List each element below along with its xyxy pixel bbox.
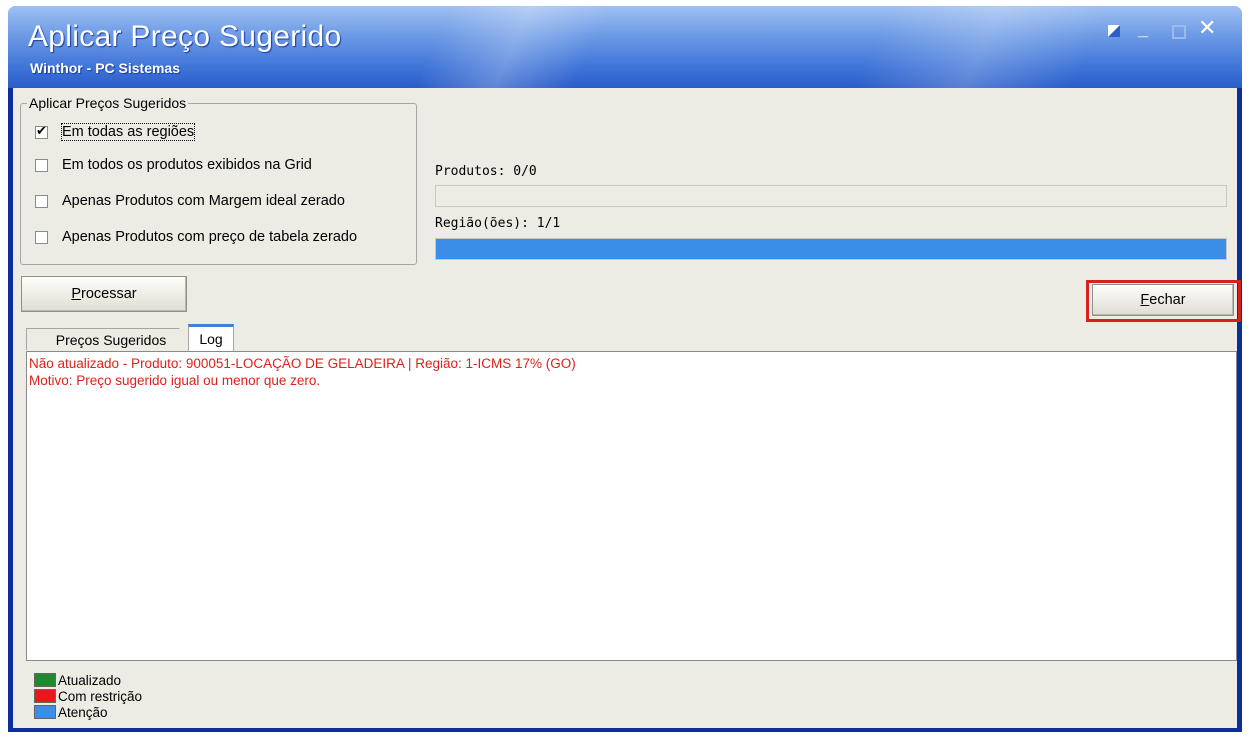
- title-bar-gloss: [395, 6, 621, 88]
- checkbox-preco-tabela-zerado[interactable]: Apenas Produtos com preço de tabela zera…: [35, 226, 357, 248]
- minimize-button[interactable]: _: [1134, 20, 1152, 38]
- legend-swatch: [34, 689, 56, 703]
- legend-swatch: [34, 705, 56, 719]
- maximize-icon[interactable]: [1170, 22, 1188, 40]
- options-groupbox: Aplicar Preços Sugeridos Em todas as reg…: [20, 95, 417, 265]
- checkbox-em-todas-regioes[interactable]: Em todas as regiões: [35, 121, 196, 143]
- processar-mnemonic: P: [71, 286, 82, 302]
- log-line: Não atualizado - Produto: 900051-LOCAÇÃO…: [29, 356, 576, 371]
- tab-log[interactable]: Log: [188, 324, 234, 351]
- legend-label: Atualizado: [58, 672, 122, 688]
- processar-label: rocessar: [81, 286, 137, 302]
- regioes-progress-fill: [436, 239, 1226, 259]
- window-client-area: Aplicar Preços Sugeridos Em todas as reg…: [13, 88, 1241, 728]
- status-legend: Atualizado Com restrição Atenção: [34, 672, 142, 720]
- log-panel[interactable]: Não atualizado - Produto: 900051-LOCAÇÃO…: [26, 351, 1237, 661]
- legend-label: Atenção: [58, 704, 108, 720]
- groupbox-title: Aplicar Preços Sugeridos: [27, 95, 189, 111]
- checkbox-label[interactable]: Apenas Produtos com Margem ideal zerado: [62, 193, 345, 209]
- checkbox-box[interactable]: [35, 158, 48, 172]
- checkbox-todos-produtos-grid[interactable]: Em todos os produtos exibidos na Grid: [35, 154, 312, 176]
- processar-button[interactable]: Processar: [21, 276, 187, 312]
- app-window: Aplicar Preço Sugerido Winthor - PC Sist…: [8, 6, 1242, 732]
- window-title: Aplicar Preço Sugerido: [28, 20, 342, 53]
- tab-precos-sugeridos[interactable]: Preços Sugeridos: [26, 328, 196, 350]
- produtos-progress-label: Produtos: 0/0: [435, 164, 537, 179]
- title-bar-gloss: [835, 6, 1121, 88]
- checkbox-label[interactable]: Em todos os produtos exibidos na Grid: [62, 157, 312, 173]
- checkbox-box[interactable]: [35, 123, 48, 139]
- checkbox-margem-ideal-zerado[interactable]: Apenas Produtos com Margem ideal zerado: [35, 190, 345, 212]
- legend-label: Com restrição: [58, 688, 143, 704]
- regioes-progress-bar: [435, 238, 1227, 260]
- checkbox-label[interactable]: Apenas Produtos com preço de tabela zera…: [62, 229, 357, 245]
- legend-swatch: [34, 673, 56, 687]
- legend-item-atualizado: Atualizado: [34, 672, 142, 688]
- legend-item-atencao: Atenção: [34, 704, 142, 720]
- regioes-progress-label: Região(ões): 1/1: [435, 216, 561, 231]
- produtos-progress-bar: [435, 185, 1227, 207]
- legend-item-com-restricao: Com restrição: [34, 688, 142, 704]
- fechar-highlight-annotation: [1086, 280, 1241, 322]
- close-button[interactable]: ✕: [1198, 17, 1216, 39]
- checkbox-label[interactable]: Em todas as regiões: [60, 123, 196, 141]
- window-subtitle: Winthor - PC Sistemas: [30, 60, 181, 76]
- checkbox-box[interactable]: [35, 194, 48, 208]
- title-bar[interactable]: Aplicar Preço Sugerido Winthor - PC Sist…: [8, 6, 1242, 88]
- log-line: Motivo: Preço sugerido igual ou menor qu…: [29, 373, 321, 388]
- checkbox-box[interactable]: [35, 230, 48, 244]
- restore-icon[interactable]: [1106, 22, 1124, 40]
